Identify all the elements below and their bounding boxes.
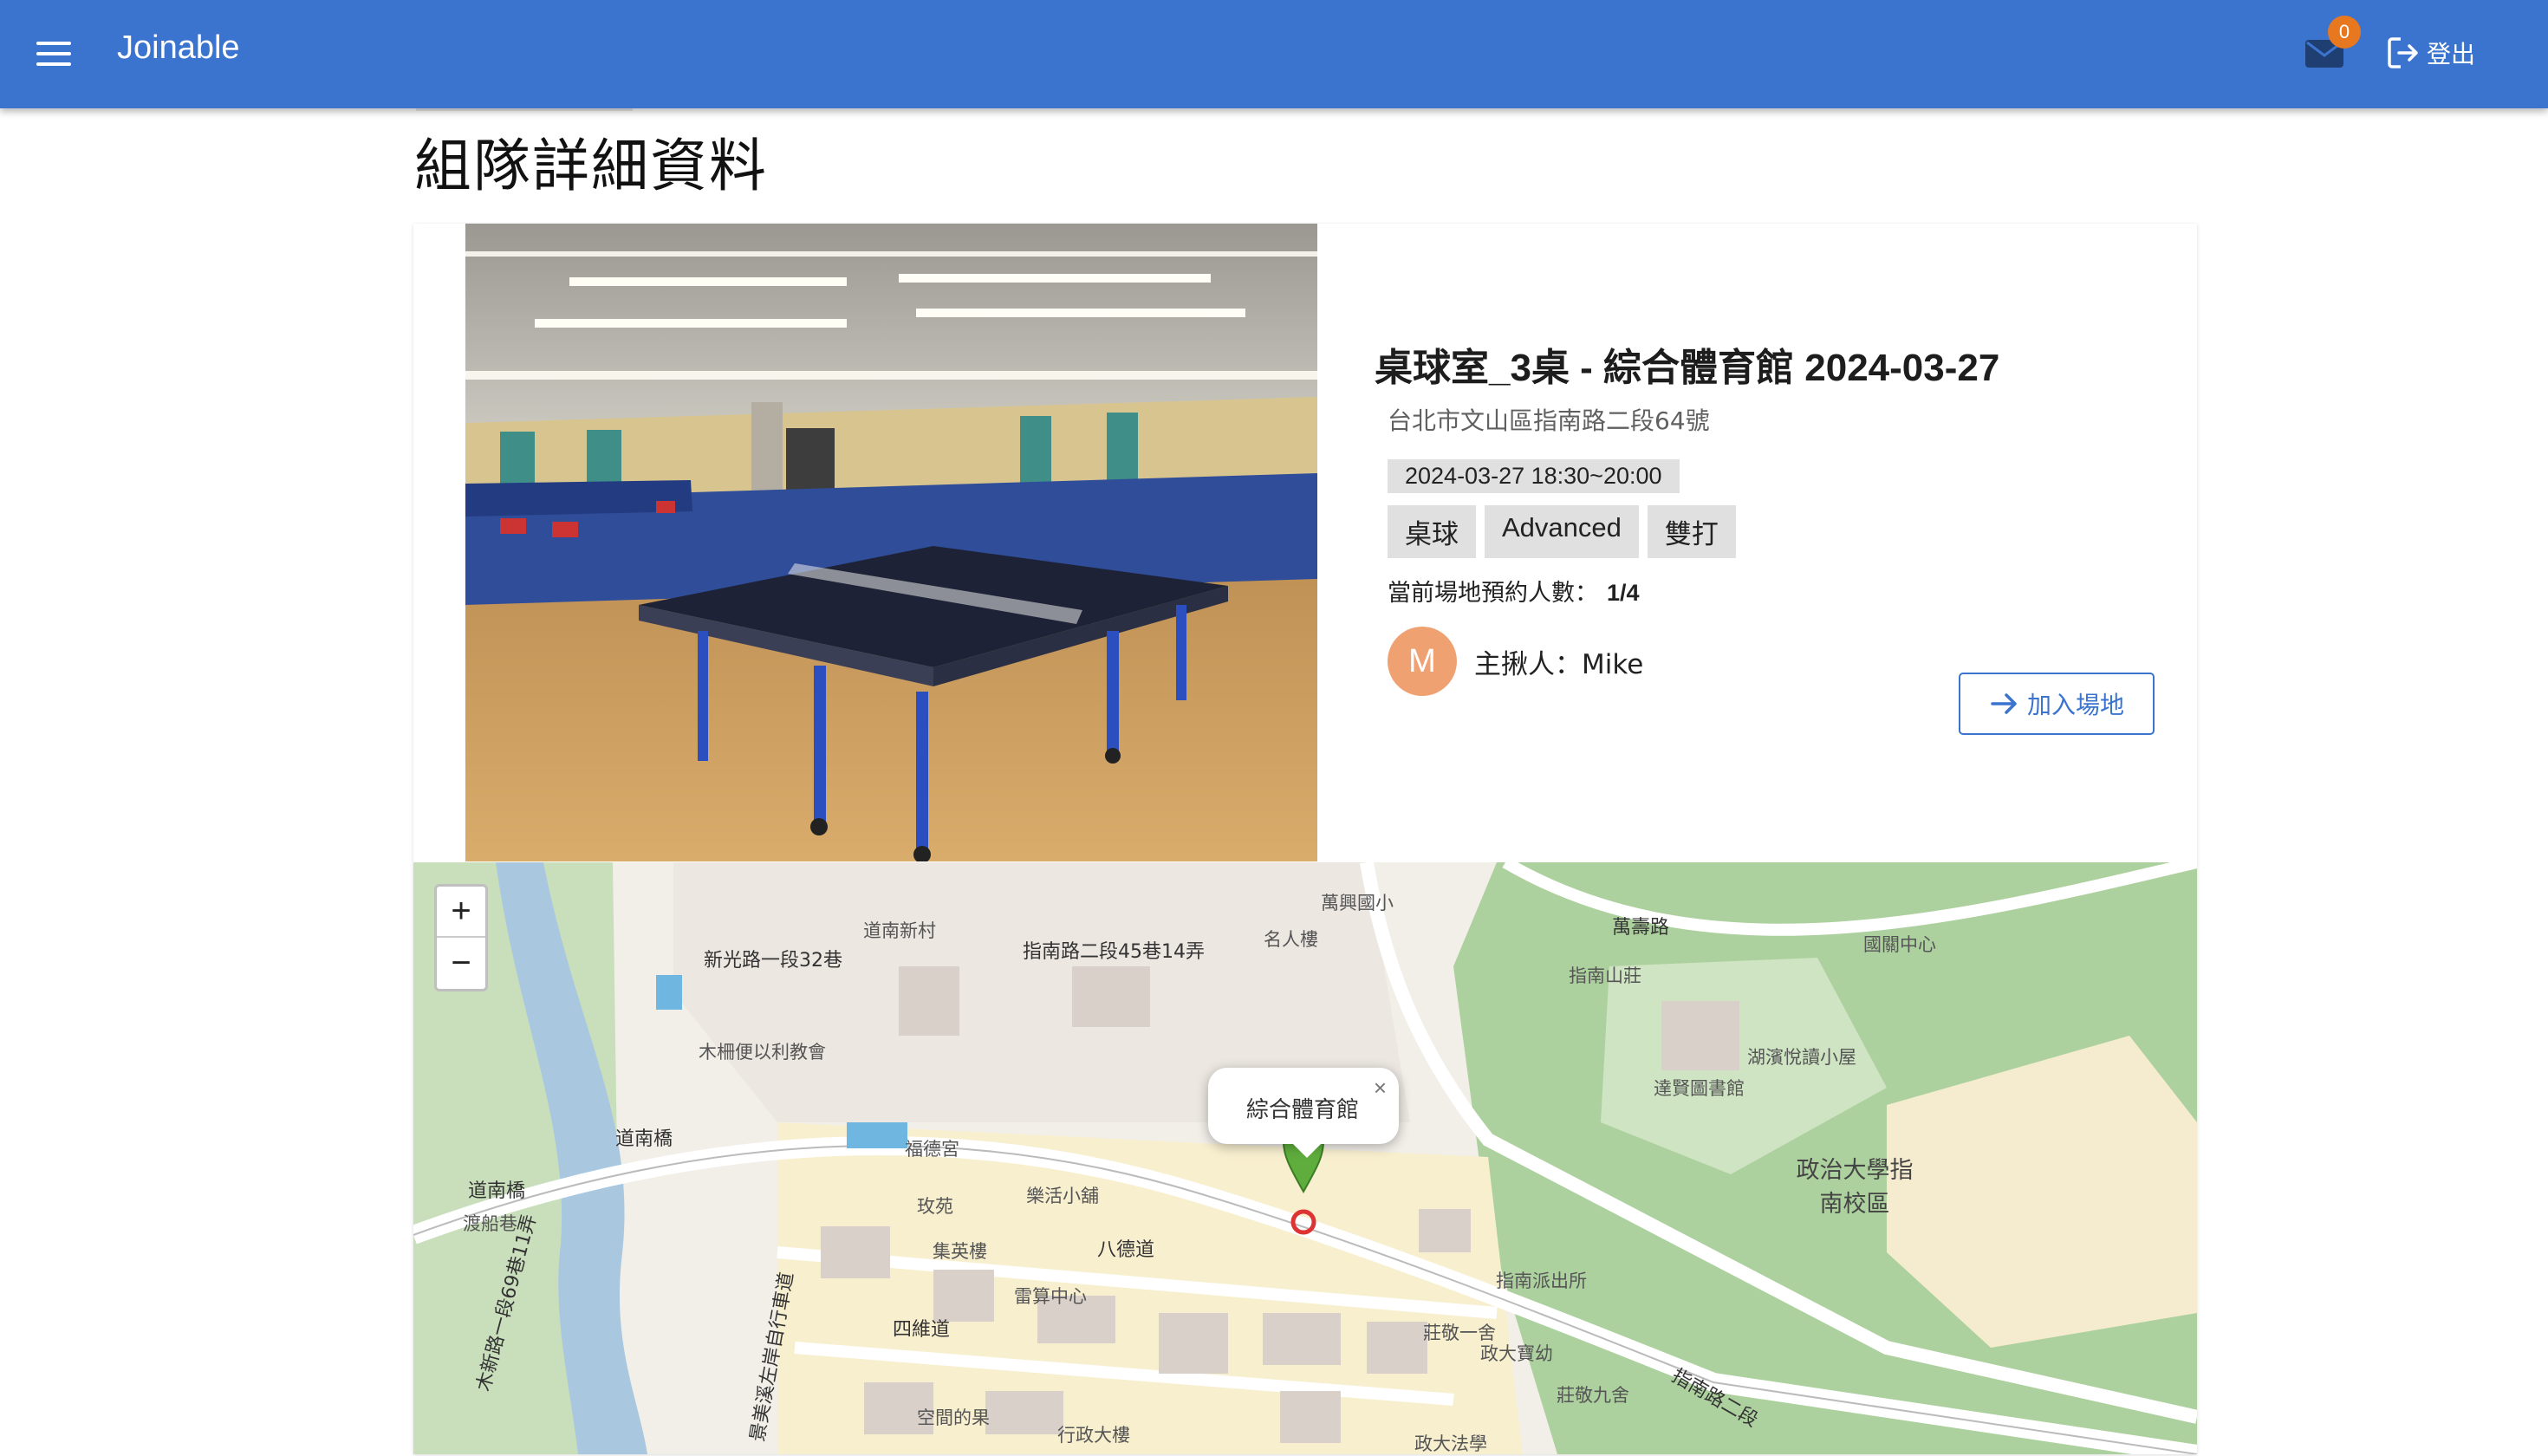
map-label: 湖濱悅讀小屋 (1747, 1047, 1856, 1068)
map-label: 雷算中心 (1014, 1286, 1087, 1307)
close-icon[interactable]: × (1374, 1075, 1387, 1102)
map-label: 福德宮 (905, 1139, 959, 1160)
map-label: 指南派出所 (1496, 1271, 1587, 1291)
map-label: 四維道 (893, 1319, 951, 1341)
booking-count-label: 當前場地預約人數： (1388, 580, 1598, 607)
popup-tip (1291, 1142, 1323, 1158)
map-label: 莊敬九舍 (1557, 1385, 1629, 1406)
page-title: 組隊詳細資料 (414, 133, 768, 199)
venue-photo (465, 224, 1317, 861)
app-title[interactable]: Joinable (117, 29, 240, 67)
event-address: 台北市文山區指南路二段64號 (1388, 406, 1710, 435)
map-label: 政大寶幼 (1480, 1343, 1553, 1364)
event-title: 桌球室_3桌 - 綜合體育館 2024-03-27 (1375, 347, 2000, 389)
map-label: 玫苑 (917, 1196, 953, 1217)
map-label: 八德道 (1097, 1239, 1155, 1261)
map-popup-label: 綜合體育館 (1246, 1097, 1360, 1123)
join-venue-label: 加入場地 (2026, 691, 2124, 719)
tag-mode: 雙打 (1647, 505, 1736, 558)
app-bar: Joinable 0 登出 (0, 0, 2548, 108)
zoom-out-button[interactable]: − (437, 938, 485, 989)
map-label: 集英樓 (933, 1241, 987, 1262)
logout-button[interactable]: 登出 (2385, 31, 2475, 75)
map-label: 道南新村 (863, 920, 936, 941)
booking-count: 當前場地預約人數： 1/4 (1388, 574, 2155, 608)
event-info: 桌球室_3桌 - 綜合體育館 2024-03-27 台北市文山區指南路二段64號… (1375, 336, 2155, 696)
menu-icon[interactable] (36, 40, 73, 68)
map-label: 木柵便以利教會 (699, 1042, 826, 1063)
map-label: 達賢圖書館 (1654, 1078, 1745, 1099)
tag-level: Advanced (1485, 505, 1639, 558)
join-venue-button[interactable]: 加入場地 (1959, 673, 2155, 735)
logout-icon (2388, 37, 2418, 68)
tag-sport: 桌球 (1388, 505, 1476, 558)
map-label: 行政大樓 (1057, 1425, 1130, 1446)
event-datetime-chip: 2024-03-27 18:30~20:00 (1388, 459, 1680, 493)
booking-count-value: 1/4 (1607, 580, 1640, 606)
arrow-right-icon (1991, 693, 2017, 714)
map-label: 政大法學 (1414, 1433, 1487, 1454)
map-label: 國關中心 (1863, 934, 1936, 955)
host-label: 主揪人：Mike (1474, 648, 1644, 680)
map-label: 名人樓 (1264, 929, 1318, 950)
map-label: 萬興國小 (1321, 893, 1394, 913)
map-popup: 綜合體育館 × (1208, 1068, 1399, 1158)
map-label: 指南路二段45巷14弄 (1023, 941, 1205, 963)
zoom-in-button[interactable]: + (437, 887, 485, 938)
logout-label: 登出 (2427, 40, 2476, 68)
map-label-campus: 政治大學指南校區 (1796, 1157, 1914, 1218)
map-label: 樂活小舖 (1026, 1186, 1099, 1206)
avatar: M (1388, 627, 1457, 696)
map-label: 空間的果 (917, 1407, 990, 1428)
map-label: 指南山莊 (1569, 965, 1641, 986)
mail-count-badge: 0 (2328, 16, 2361, 49)
map-zoom-control: + − (434, 884, 488, 991)
event-tags: 桌球 Advanced 雙打 (1388, 505, 2155, 558)
map-label: 道南橋 (468, 1180, 526, 1202)
map-label: 道南橋 (615, 1128, 673, 1150)
map-label: 新光路一段32巷 (704, 950, 842, 972)
map-label: 萬壽路 (1612, 917, 1670, 939)
